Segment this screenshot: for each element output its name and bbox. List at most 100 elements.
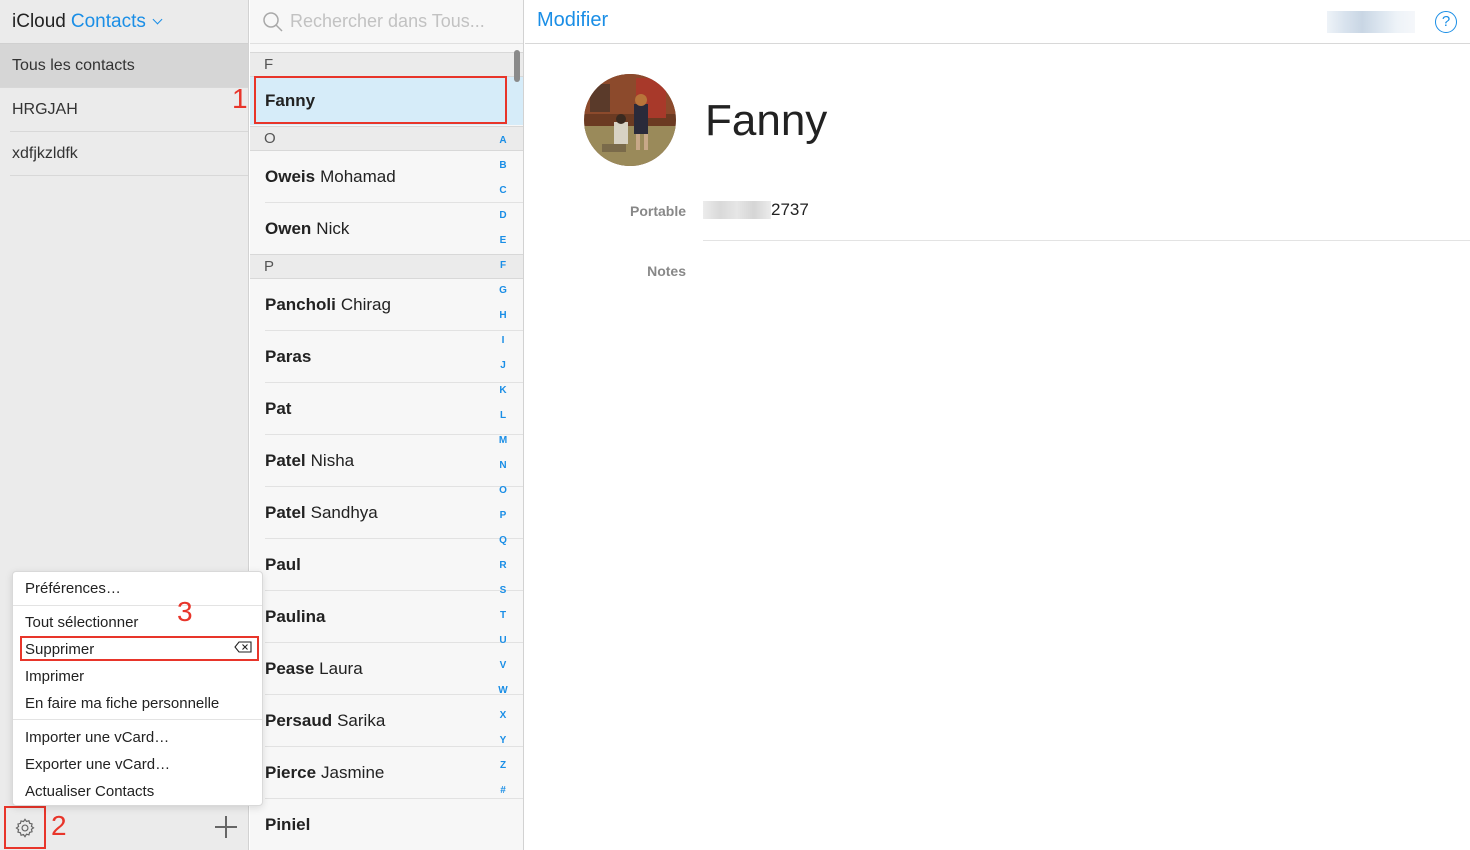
contact-list-pane: F Fanny O OweisMohamad OwenNick P Pancho… [250,0,524,850]
section-header-p: P [250,254,523,279]
contact-row[interactable]: Patel Nisha [265,435,523,487]
app-switcher[interactable]: iCloud Contacts [0,0,248,44]
menu-item-export-vcard[interactable]: Exporter une vCard… [25,756,170,773]
contact-name: Fanny [705,96,828,145]
index-letter[interactable]: X [494,703,512,728]
contact-first-name: Sarika [337,710,386,730]
index-letter[interactable]: V [494,653,512,678]
contact-last-name: Pierce [265,762,317,782]
contact-last-name: Patel [265,450,306,470]
menu-item-import-vcard[interactable]: Importer une vCard… [25,729,169,746]
contact-row[interactable]: Pat [265,383,523,435]
phone-redacted [703,201,771,219]
phone-value[interactable]: 2737 [771,200,809,220]
group-item-all[interactable]: Tous les contacts [0,44,248,88]
brand-app-name[interactable]: Contacts [71,11,146,33]
index-letter[interactable]: F [494,253,512,278]
index-letter[interactable]: A [494,128,512,153]
contact-row[interactable]: Pease Laura [265,643,523,695]
settings-button[interactable] [4,806,46,849]
index-letter[interactable]: G [494,278,512,303]
index-letter[interactable]: O [494,478,512,503]
contact-detail-pane: Modifier ? Fanny Portable 2737 Notes [525,0,1470,850]
gear-icon [15,817,35,838]
menu-item-refresh[interactable]: Actualiser Contacts [25,783,154,800]
contact-last-name: Paul [265,554,301,574]
index-letter[interactable]: E [494,228,512,253]
contact-last-name: Pease [265,658,315,678]
contact-first-name: Nick [316,218,350,238]
index-letter[interactable]: H [494,303,512,328]
contact-last-name: Persaud [265,710,333,730]
index-letter[interactable]: T [494,603,512,628]
avatar-photo-icon [584,74,676,166]
add-contact-button[interactable] [215,816,237,838]
avatar [584,74,676,166]
index-letter[interactable]: Y [494,728,512,753]
chevron-down-icon[interactable] [152,14,163,24]
group-item[interactable]: xdfjkzldfk [10,132,248,176]
contact-last-name: Oweis [265,166,316,186]
contact-last-name: Paulina [265,606,326,626]
index-letter[interactable]: C [494,178,512,203]
index-letter[interactable]: L [494,403,512,428]
contact-row[interactable]: Oweis Mohamad [265,151,523,203]
index-letter[interactable]: W [494,678,512,703]
help-icon[interactable]: ? [1435,11,1457,33]
contact-row[interactable]: Pancholi Chirag [265,279,523,331]
index-letter[interactable]: Q [494,528,512,553]
index-letter[interactable]: J [494,353,512,378]
section-header-o: O [250,126,523,151]
contact-first-name: Mohamad [320,166,396,186]
alphabet-index[interactable]: A B C D E F G H I J K L M N O P Q R S T … [494,128,512,803]
menu-divider [13,719,262,720]
index-letter[interactable]: M [494,428,512,453]
menu-item-print[interactable]: Imprimer [25,668,84,685]
index-letter[interactable]: U [494,628,512,653]
contact-last-name: Patel [265,502,306,522]
contact-row[interactable]: Paras [265,331,523,383]
contact-last-name: Pancholi [265,294,336,314]
contact-first-name: Laura [319,658,363,678]
contact-first-name: Chirag [340,294,391,314]
contact-row[interactable]: Owen Nick [265,203,523,255]
index-letter[interactable]: D [494,203,512,228]
contact-row[interactable]: Patel Sandhya [265,487,523,539]
phone-label: Portable [629,203,686,219]
contact-row[interactable]: Paulina [265,591,523,643]
menu-item-delete[interactable]: Supprimer [25,641,94,658]
index-letter[interactable]: R [494,553,512,578]
group-item[interactable]: HRGJAH [10,88,248,132]
annotation-step-2: 2 [51,810,67,841]
index-letter[interactable]: Z [494,753,512,778]
menu-divider [13,605,262,606]
brand-icloud: iCloud [12,10,66,32]
edit-button[interactable]: Modifier [537,9,608,32]
search-icon [263,11,283,32]
index-letter[interactable]: # [494,778,512,803]
index-letter[interactable]: B [494,153,512,178]
annotation-step-1: 1 [232,83,248,114]
menu-item-make-my-card[interactable]: En faire ma fiche personnelle [25,695,219,712]
menu-item-select-all[interactable]: Tout sélectionner [25,614,138,631]
notes-label: Notes [647,263,686,279]
index-letter[interactable]: S [494,578,512,603]
menu-item-preferences[interactable]: Préférences… [25,580,121,597]
index-letter[interactable]: K [494,378,512,403]
contact-row[interactable]: Piniel [265,799,523,850]
contact-last-name: Paras [265,346,312,366]
account-name-redacted[interactable] [1327,11,1415,33]
index-letter[interactable]: P [494,503,512,528]
index-letter[interactable]: N [494,453,512,478]
contact-row[interactable]: Paul [265,539,523,591]
list-scrollbar[interactable] [514,50,520,82]
contact-last-name: Pat [265,398,292,418]
index-letter[interactable]: I [494,328,512,353]
search-bar [250,0,523,44]
contact-row[interactable]: Persaud Sarika [265,695,523,747]
contact-row[interactable]: Pierce Jasmine [265,747,523,799]
search-input[interactable] [290,11,510,32]
annotation-step-3: 3 [177,596,193,627]
contact-last-name: Owen [265,218,312,238]
selected-contact-frame [254,76,507,124]
